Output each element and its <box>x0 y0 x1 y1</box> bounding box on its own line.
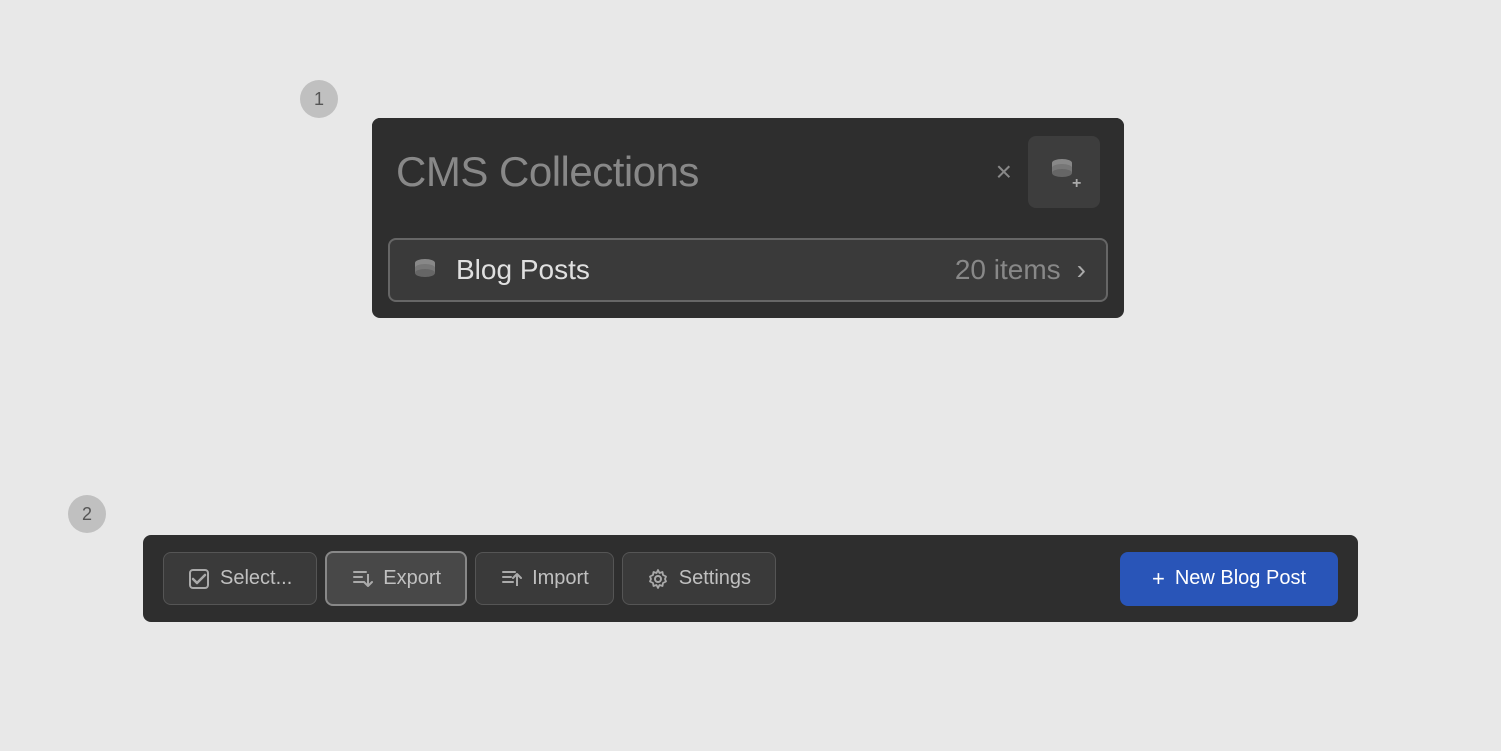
import-button[interactable]: Import <box>475 552 614 605</box>
database-plus-icon: + <box>1044 152 1084 192</box>
checkbox-icon <box>188 568 210 590</box>
cms-collections-panel: CMS Collections × + <box>372 118 1124 318</box>
settings-button[interactable]: Settings <box>622 552 776 605</box>
export-button[interactable]: Export <box>325 551 467 606</box>
settings-icon <box>647 568 669 590</box>
collection-count: 20 items <box>955 254 1061 286</box>
select-button[interactable]: Select... <box>163 552 317 605</box>
step-badge-2: 2 <box>68 495 106 533</box>
cms-panel-title: CMS Collections <box>396 148 699 196</box>
new-blog-post-button[interactable]: + New Blog Post <box>1120 552 1338 606</box>
toolbar-panel: Select... Export Import Settings <box>143 535 1358 622</box>
collection-db-icon <box>410 255 440 285</box>
step-badge-1: 1 <box>300 80 338 118</box>
export-icon <box>351 568 373 590</box>
chevron-right-icon: › <box>1077 254 1086 286</box>
collection-name: Blog Posts <box>456 254 939 286</box>
close-button[interactable]: × <box>996 158 1012 186</box>
cms-header-actions: × + <box>996 136 1100 208</box>
blog-posts-collection-row[interactable]: Blog Posts 20 items › <box>388 238 1108 302</box>
cms-body: Blog Posts 20 items › <box>372 226 1124 318</box>
import-icon <box>500 568 522 590</box>
plus-icon: + <box>1152 566 1165 592</box>
svg-text:+: + <box>1072 175 1081 192</box>
cms-header: CMS Collections × + <box>372 118 1124 226</box>
add-collection-button[interactable]: + <box>1028 136 1100 208</box>
